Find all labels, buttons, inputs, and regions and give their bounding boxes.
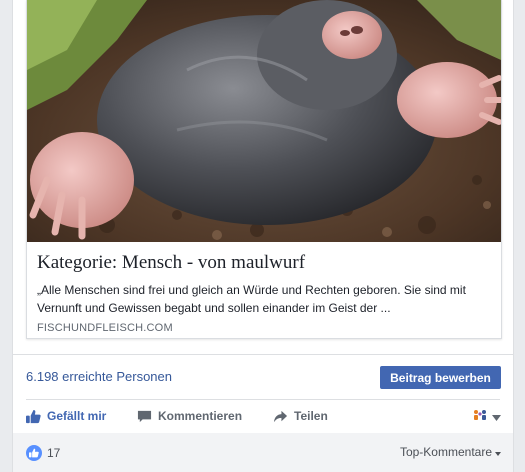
comment-button[interactable]: Kommentieren xyxy=(137,400,242,432)
audience-selector[interactable] xyxy=(472,408,501,426)
comments-footer: 17 Top-Kommentare xyxy=(13,433,513,472)
like-button[interactable]: Gefällt mir xyxy=(26,400,106,432)
mole-photo xyxy=(27,0,501,242)
chevron-down-icon xyxy=(492,408,501,426)
promote-post-button[interactable]: Beitrag bewerben xyxy=(380,366,501,389)
link-domain: FISCHUNDFLEISCH.COM xyxy=(37,322,173,334)
link-preview-text: Kategorie: Mensch - von maulwurf „Alle M… xyxy=(37,250,493,334)
reaction-summary[interactable]: 17 xyxy=(26,445,60,461)
like-count: 17 xyxy=(47,446,61,460)
post-card: Kategorie: Mensch - von maulwurf „Alle M… xyxy=(12,0,514,472)
share-button[interactable]: Teilen xyxy=(273,400,328,432)
comment-sort-dropdown[interactable]: Top-Kommentare xyxy=(400,445,501,459)
friends-icon xyxy=(472,408,488,426)
comment-label: Kommentieren xyxy=(158,409,243,423)
link-title[interactable]: Kategorie: Mensch - von maulwurf xyxy=(37,250,493,276)
divider xyxy=(13,354,513,355)
comment-icon xyxy=(137,409,152,424)
like-label: Gefällt mir xyxy=(47,409,107,423)
action-bar: Gefällt mir Kommentieren Teilen xyxy=(13,400,513,432)
link-preview-image[interactable] xyxy=(27,0,501,242)
comment-sort-label: Top-Kommentare xyxy=(399,445,492,459)
share-label: Teilen xyxy=(294,409,328,423)
chevron-down-icon xyxy=(495,445,501,459)
like-reaction-icon xyxy=(26,445,42,461)
link-preview-card[interactable]: Kategorie: Mensch - von maulwurf „Alle M… xyxy=(26,0,502,339)
thumbs-up-icon xyxy=(26,409,41,424)
share-icon xyxy=(273,409,288,424)
link-description: „Alle Menschen sind frei und gleich an W… xyxy=(37,283,466,315)
reach-link[interactable]: 6.198 erreichte Personen xyxy=(26,369,172,384)
